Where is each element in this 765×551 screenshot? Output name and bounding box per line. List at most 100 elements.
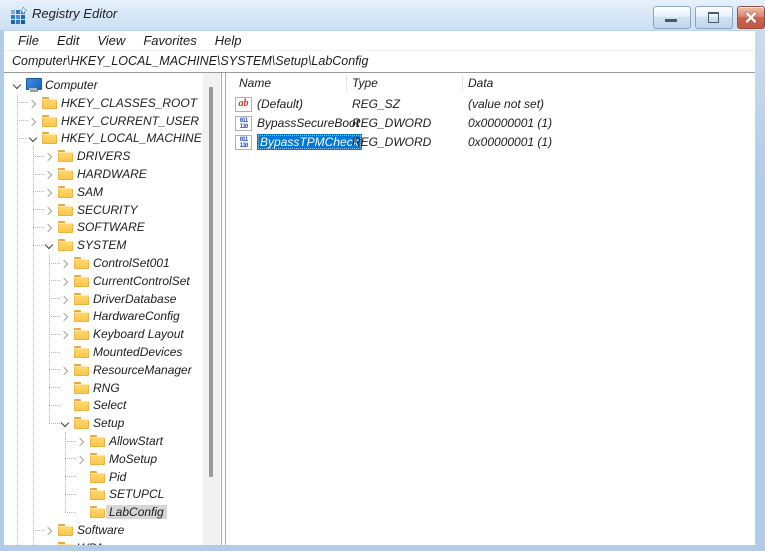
column-header-name[interactable]: Name bbox=[239, 76, 271, 90]
column-separator[interactable] bbox=[462, 75, 463, 91]
maximize-button[interactable] bbox=[695, 6, 733, 29]
chevron-right-icon[interactable] bbox=[60, 295, 69, 304]
value-name[interactable]: BypassTPMCheck bbox=[257, 134, 362, 150]
menu-item-view[interactable]: View bbox=[88, 31, 134, 51]
value-name-cell[interactable]: (Default) bbox=[257, 97, 303, 111]
tree-item-label[interactable]: HKEY_CLASSES_ROOT bbox=[58, 96, 200, 110]
tree-item-label[interactable]: LabConfig bbox=[106, 505, 167, 520]
chevron-right-icon[interactable] bbox=[44, 223, 53, 232]
chevron-down-icon[interactable] bbox=[44, 241, 53, 250]
tree-item-label[interactable]: HardwareConfig bbox=[90, 309, 183, 323]
tree-item-label[interactable]: HKEY_CURRENT_USER bbox=[58, 114, 202, 128]
tree-item-hkey-local-machine[interactable]: HKEY_LOCAL_MACHINE bbox=[4, 129, 204, 147]
chevron-right-icon[interactable] bbox=[44, 206, 53, 215]
value-name-cell[interactable]: BypassTPMCheck bbox=[257, 134, 362, 150]
column-header-type[interactable]: Type bbox=[352, 76, 378, 90]
chevron-right-icon[interactable] bbox=[44, 526, 53, 535]
tree-item-hardware[interactable]: HARDWARE bbox=[4, 165, 204, 183]
tree-item-label[interactable]: HKEY_LOCAL_MACHINE bbox=[58, 131, 205, 145]
chevron-right-icon[interactable] bbox=[76, 437, 85, 446]
tree-item-label[interactable]: Select bbox=[90, 398, 129, 412]
tree-scrollbar[interactable] bbox=[203, 73, 220, 545]
chevron-right-icon[interactable] bbox=[60, 312, 69, 321]
tree-item-controlset001[interactable]: ControlSet001 bbox=[4, 254, 204, 272]
tree-item-label[interactable]: MoSetup bbox=[106, 452, 160, 466]
tree-item-label[interactable]: Software bbox=[74, 523, 127, 537]
tree-item-label[interactable]: HARDWARE bbox=[74, 167, 150, 181]
tree-item-label[interactable]: ControlSet001 bbox=[90, 256, 173, 270]
tree-item-label[interactable]: CurrentControlSet bbox=[90, 274, 193, 288]
tree-item-label[interactable]: SETUPCL bbox=[106, 487, 167, 501]
tree-item-label[interactable]: Computer bbox=[42, 78, 101, 92]
chevron-down-icon[interactable] bbox=[12, 81, 21, 90]
tree-item-software[interactable]: Software bbox=[4, 521, 204, 539]
value-data-cell: 0x00000001 (1) bbox=[468, 116, 553, 130]
tree-item-label[interactable]: Pid bbox=[106, 470, 129, 484]
chevron-right-icon[interactable] bbox=[60, 277, 69, 286]
chevron-right-icon[interactable] bbox=[28, 99, 37, 108]
tree-item-label[interactable]: SOFTWARE bbox=[74, 220, 148, 234]
tree-item-label[interactable]: ResourceManager bbox=[90, 363, 195, 377]
tree-item-setupcl[interactable]: SETUPCL bbox=[4, 485, 204, 503]
tree-item-resourcemanager[interactable]: ResourceManager bbox=[4, 361, 204, 379]
menu-item-help[interactable]: Help bbox=[206, 31, 251, 51]
chevron-right-icon[interactable] bbox=[60, 259, 69, 268]
chevron-right-icon[interactable] bbox=[60, 330, 69, 339]
value-row-bypasssecureboot[interactable]: 011 110 BypassSecureBoot REG_DWORD 0x0000000… bbox=[226, 114, 756, 133]
tree-item-mosetup[interactable]: MoSetup bbox=[4, 450, 204, 468]
tree-item-label[interactable]: MountedDevices bbox=[90, 345, 185, 359]
chevron-right-icon[interactable] bbox=[76, 455, 85, 464]
close-button[interactable] bbox=[737, 6, 765, 29]
tree-item-setup[interactable]: Setup bbox=[4, 414, 204, 432]
menu-item-edit[interactable]: Edit bbox=[48, 31, 88, 51]
tree-item-label[interactable]: Setup bbox=[90, 416, 127, 430]
column-separator[interactable] bbox=[346, 75, 347, 91]
tree-scrollbar-thumb[interactable] bbox=[209, 87, 213, 477]
tree-item-mounteddevices[interactable]: MountedDevices bbox=[4, 343, 204, 361]
tree-item-label[interactable]: Keyboard Layout bbox=[90, 327, 187, 341]
tree-item-label[interactable]: SYSTEM bbox=[74, 238, 129, 252]
column-header-data[interactable]: Data bbox=[468, 76, 493, 90]
tree-item-label[interactable]: SAM bbox=[74, 185, 106, 199]
tree-item-pid[interactable]: Pid bbox=[4, 468, 204, 486]
value-name-cell[interactable]: BypassSecureBoot bbox=[257, 116, 359, 130]
tree-item-hkey-classes-root[interactable]: HKEY_CLASSES_ROOT bbox=[4, 94, 204, 112]
tree-item-keyboard-layout[interactable]: Keyboard Layout bbox=[4, 325, 204, 343]
minimize-button[interactable] bbox=[653, 6, 691, 29]
tree-item-computer[interactable]: Computer bbox=[4, 76, 204, 94]
tree-item-rng[interactable]: RNG bbox=[4, 379, 204, 397]
chevron-right-icon[interactable] bbox=[28, 117, 37, 126]
tree-item-software[interactable]: SOFTWARE bbox=[4, 218, 204, 236]
tree-item-label[interactable]: AllowStart bbox=[106, 434, 166, 448]
value-name[interactable]: (Default) bbox=[257, 97, 303, 111]
chevron-right-icon[interactable] bbox=[44, 170, 53, 179]
tree-item-driverdatabase[interactable]: DriverDatabase bbox=[4, 290, 204, 308]
chevron-right-icon[interactable] bbox=[60, 366, 69, 375]
tree-item-system[interactable]: SYSTEM bbox=[4, 236, 204, 254]
tree-item-label[interactable]: DRIVERS bbox=[74, 149, 133, 163]
tree-item-select[interactable]: Select bbox=[4, 396, 204, 414]
tree-item-hkey-current-user[interactable]: HKEY_CURRENT_USER bbox=[4, 112, 204, 130]
menu-item-favorites[interactable]: Favorites bbox=[134, 31, 205, 51]
menu-item-file[interactable]: File bbox=[9, 31, 48, 51]
folder-icon bbox=[90, 452, 105, 465]
tree-item-labconfig[interactable]: LabConfig bbox=[4, 503, 204, 521]
chevron-down-icon[interactable] bbox=[60, 419, 69, 428]
value-name[interactable]: BypassSecureBoot bbox=[257, 116, 359, 130]
tree-item-security[interactable]: SECURITY bbox=[4, 201, 204, 219]
tree-item-currentcontrolset[interactable]: CurrentControlSet bbox=[4, 272, 204, 290]
tree-item-sam[interactable]: SAM bbox=[4, 183, 204, 201]
tree-item-drivers[interactable]: DRIVERS bbox=[4, 147, 204, 165]
tree-item-label[interactable]: SECURITY bbox=[74, 203, 141, 217]
chevron-right-icon[interactable] bbox=[44, 188, 53, 197]
chevron-right-icon[interactable] bbox=[44, 152, 53, 161]
tree-item-allowstart[interactable]: AllowStart bbox=[4, 432, 204, 450]
title-bar[interactable]: Registry Editor bbox=[0, 0, 765, 31]
address-bar[interactable]: Computer\HKEY_LOCAL_MACHINE\SYSTEM\Setup… bbox=[4, 51, 755, 72]
tree-item-label[interactable]: DriverDatabase bbox=[90, 292, 179, 306]
chevron-down-icon[interactable] bbox=[28, 134, 37, 143]
tree-item-label[interactable]: RNG bbox=[90, 381, 123, 395]
value-row-default[interactable]: ab (Default) REG_SZ (value not set) bbox=[226, 95, 756, 114]
tree-item-hardwareconfig[interactable]: HardwareConfig bbox=[4, 307, 204, 325]
value-row-bypasstpmcheck[interactable]: 011 110 BypassTPMCheck REG_DWORD 0x00000001 … bbox=[226, 133, 756, 152]
